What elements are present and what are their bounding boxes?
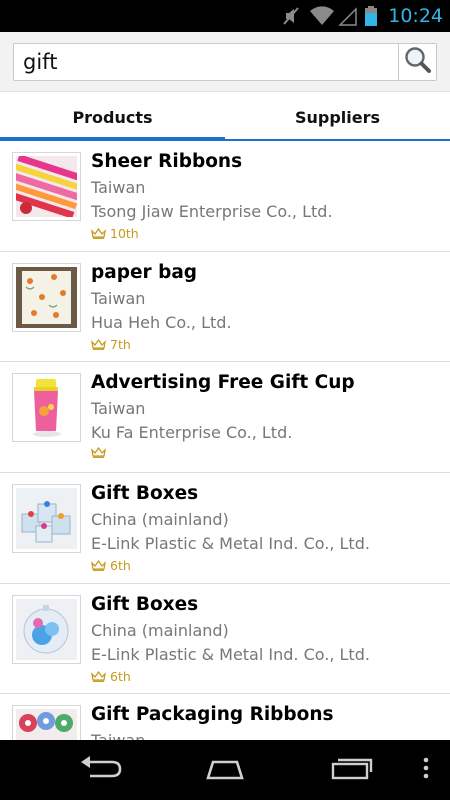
- product-company: Ku Fa Enterprise Co., Ltd.: [91, 423, 293, 443]
- recent-apps-button[interactable]: [322, 740, 382, 800]
- rank-text: 6th: [110, 558, 131, 574]
- status-bar: 10:24: [0, 0, 450, 32]
- home-icon: [201, 756, 249, 784]
- wifi-icon: [309, 5, 335, 27]
- status-icons: 10:24: [281, 0, 450, 32]
- tab-suppliers[interactable]: Suppliers: [225, 92, 450, 142]
- back-button[interactable]: [70, 740, 130, 800]
- crown-icon: [91, 338, 106, 350]
- product-company: E-Link Plastic & Metal Ind. Co., Ltd.: [91, 534, 370, 554]
- tab-bar: Products Suppliers: [0, 91, 450, 141]
- ribbons-thumbnail-icon: [16, 156, 77, 217]
- recent-apps-icon: [330, 755, 374, 785]
- signal-icon: [338, 5, 358, 27]
- product-title: paper bag: [91, 261, 198, 283]
- search-icon: [404, 46, 432, 78]
- crown-icon: [91, 670, 106, 682]
- crown-icon: [91, 228, 106, 239]
- product-country: Taiwan: [91, 288, 146, 308]
- battery-icon: [364, 5, 378, 27]
- list-item[interactable]: Gift Packaging Ribbons Taiwan: [0, 694, 450, 740]
- product-list: Sheer Ribbons Taiwan Tsong Jiaw Enterpri…: [0, 141, 450, 740]
- overflow-menu-icon: [423, 757, 429, 783]
- list-item[interactable]: paper bag Taiwan Hua Heh Co., Ltd. 7th: [0, 252, 450, 363]
- list-item[interactable]: Gift Boxes China (mainland) E-Link Plast…: [0, 473, 450, 584]
- rank-badge: 7th: [91, 337, 131, 352]
- rank-badge: 6th: [91, 558, 131, 573]
- product-title: Advertising Free Gift Cup: [91, 372, 355, 394]
- rank-badge: 6th: [91, 669, 131, 684]
- status-clock: 10:24: [388, 5, 443, 27]
- product-title: Sheer Ribbons: [91, 151, 243, 172]
- rank-badge: 10th: [91, 226, 139, 241]
- cup-thumbnail-icon: [16, 377, 77, 439]
- back-icon: [78, 756, 122, 784]
- product-company: Tsong Jiaw Enterprise Co., Ltd.: [91, 202, 333, 221]
- rank-text: 6th: [110, 668, 131, 684]
- product-country: Taiwan: [91, 399, 146, 419]
- list-item[interactable]: Gift Boxes China (mainland) E-Link Plast…: [0, 584, 450, 695]
- product-title: Gift Packaging Ribbons: [91, 704, 334, 726]
- list-item[interactable]: Sheer Ribbons Taiwan Tsong Jiaw Enterpri…: [0, 141, 450, 252]
- product-thumbnail: [12, 262, 81, 332]
- rank-badge: [91, 447, 110, 459]
- product-title: Gift Boxes: [91, 483, 199, 505]
- crown-icon: [91, 560, 106, 572]
- list-item[interactable]: Advertising Free Gift Cup Taiwan Ku Fa E…: [0, 362, 450, 474]
- product-country: Taiwan: [91, 178, 146, 197]
- product-company: Hua Heh Co., Ltd.: [91, 312, 232, 332]
- product-title: Gift Boxes: [91, 593, 199, 615]
- mute-icon: [281, 5, 303, 27]
- product-thumbnail: [12, 484, 81, 554]
- crown-icon: [91, 447, 106, 459]
- gift-boxes-thumbnail-icon: [16, 488, 77, 550]
- search-box: [13, 43, 437, 81]
- gift-ball-thumbnail-icon: [16, 598, 77, 660]
- search-bar: [0, 32, 450, 91]
- search-button[interactable]: [398, 44, 436, 80]
- menu-button[interactable]: [412, 740, 440, 800]
- product-country: Taiwan: [91, 731, 145, 740]
- ribbon-spools-thumbnail-icon: [16, 709, 77, 740]
- tab-products[interactable]: Products: [0, 92, 225, 142]
- product-thumbnail: [12, 373, 81, 443]
- product-country: China (mainland): [91, 510, 229, 530]
- rank-text: 7th: [110, 336, 131, 352]
- navigation-bar: [0, 740, 450, 800]
- product-thumbnail: [12, 594, 81, 664]
- search-input[interactable]: [14, 44, 400, 80]
- rank-text: 10th: [110, 226, 139, 241]
- product-thumbnail: [12, 152, 81, 221]
- product-thumbnail: [12, 705, 81, 740]
- product-company: E-Link Plastic & Metal Ind. Co., Ltd.: [91, 644, 370, 664]
- home-button[interactable]: [195, 740, 255, 800]
- product-country: China (mainland): [91, 620, 229, 640]
- paper-bag-thumbnail-icon: [16, 266, 77, 328]
